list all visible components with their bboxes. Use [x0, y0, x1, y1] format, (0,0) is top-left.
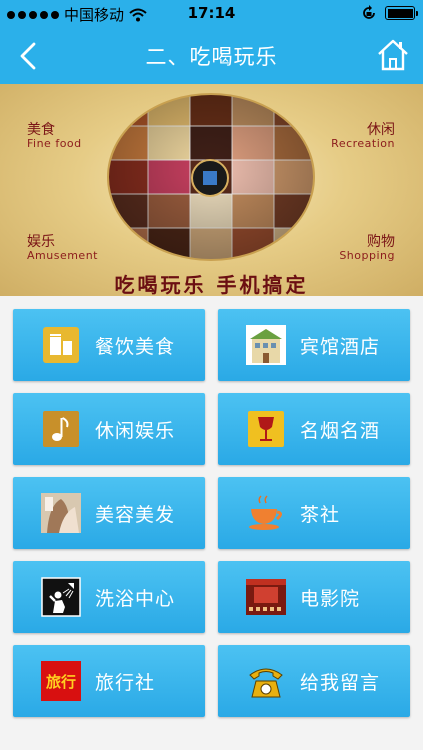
menu-item-label: 给我留言: [300, 672, 381, 694]
menu-item-label: 茶社: [300, 504, 341, 526]
travel-agency-icon: 旅行: [41, 661, 81, 701]
promo-banner: 美食 Fine food 休闲 Recreation 娱乐 Amusement …: [0, 84, 423, 296]
home-button[interactable]: [376, 37, 410, 73]
banner-label-cn: 购物: [367, 234, 395, 250]
menu-item-teahouse[interactable]: 茶社: [218, 477, 410, 549]
banner-slogan: 吃喝玩乐 手机搞定: [114, 273, 309, 296]
banner-label-en: Amusement: [27, 249, 98, 263]
menu-item-travel-agency[interactable]: 旅行 旅行社: [13, 645, 205, 717]
photo-globe-image: [107, 93, 315, 261]
menu-item-label: 美容美发: [95, 504, 176, 526]
rotation-lock-icon: [363, 5, 375, 19]
menu-item-tobacco-wine[interactable]: 名烟名酒: [218, 393, 410, 465]
menu-item-beauty-salon[interactable]: 美容美发: [13, 477, 205, 549]
cinema-icon: [246, 577, 286, 617]
banner-fine-food: 美食 Fine food: [27, 122, 82, 151]
menu-item-cinema[interactable]: 电影院: [218, 561, 410, 633]
banner-shopping: 购物 Shopping: [339, 234, 395, 263]
banner-label-en: Shopping: [339, 249, 395, 263]
menu-item-hotel[interactable]: 宾馆酒店: [218, 309, 410, 381]
banner-label-cn: 休闲: [367, 122, 395, 138]
menu-item-label: 洗浴中心: [95, 588, 176, 610]
status-bar: 中国移动 17:14: [0, 0, 423, 27]
banner-label-en: Recreation: [331, 137, 395, 151]
banner-label-en: Fine food: [27, 137, 82, 151]
banner-recreation: 休闲 Recreation: [331, 122, 395, 151]
drink-icon: [41, 325, 81, 365]
wine-glass-icon: [246, 409, 286, 449]
page-title: 二、吃喝玩乐: [145, 45, 278, 69]
menu-item-label: 休闲娱乐: [95, 420, 176, 442]
menu-item-dining[interactable]: 餐饮美食: [13, 309, 205, 381]
battery-icon: [385, 6, 418, 20]
menu-item-label: 旅行社: [95, 672, 156, 694]
menu-item-label: 宾馆酒店: [300, 336, 381, 358]
menu-item-label: 电影院: [300, 588, 361, 610]
banner-label-cn: 娱乐: [27, 234, 55, 250]
nav-bar: 二、吃喝玩乐: [0, 27, 423, 84]
music-note-icon: [41, 409, 81, 449]
menu-item-leave-message[interactable]: 给我留言: [218, 645, 410, 717]
shower-icon: [41, 577, 81, 617]
status-time: 17:14: [187, 4, 236, 22]
menu-item-label: 餐饮美食: [95, 336, 176, 358]
beauty-hair-icon: [41, 493, 81, 533]
menu-item-leisure[interactable]: 休闲娱乐: [13, 393, 205, 465]
banner-amusement: 娱乐 Amusement: [27, 234, 98, 263]
telephone-icon: [246, 661, 286, 701]
menu-item-label: 名烟名酒: [300, 420, 381, 442]
menu-item-bath-center[interactable]: 洗浴中心: [13, 561, 205, 633]
home-icon: [378, 39, 408, 71]
teacup-icon: [246, 493, 286, 533]
status-right: [361, 5, 418, 21]
banner-label-cn: 美食: [27, 122, 55, 138]
svg-text:旅行: 旅行: [46, 673, 76, 691]
hotel-icon: [246, 325, 286, 365]
